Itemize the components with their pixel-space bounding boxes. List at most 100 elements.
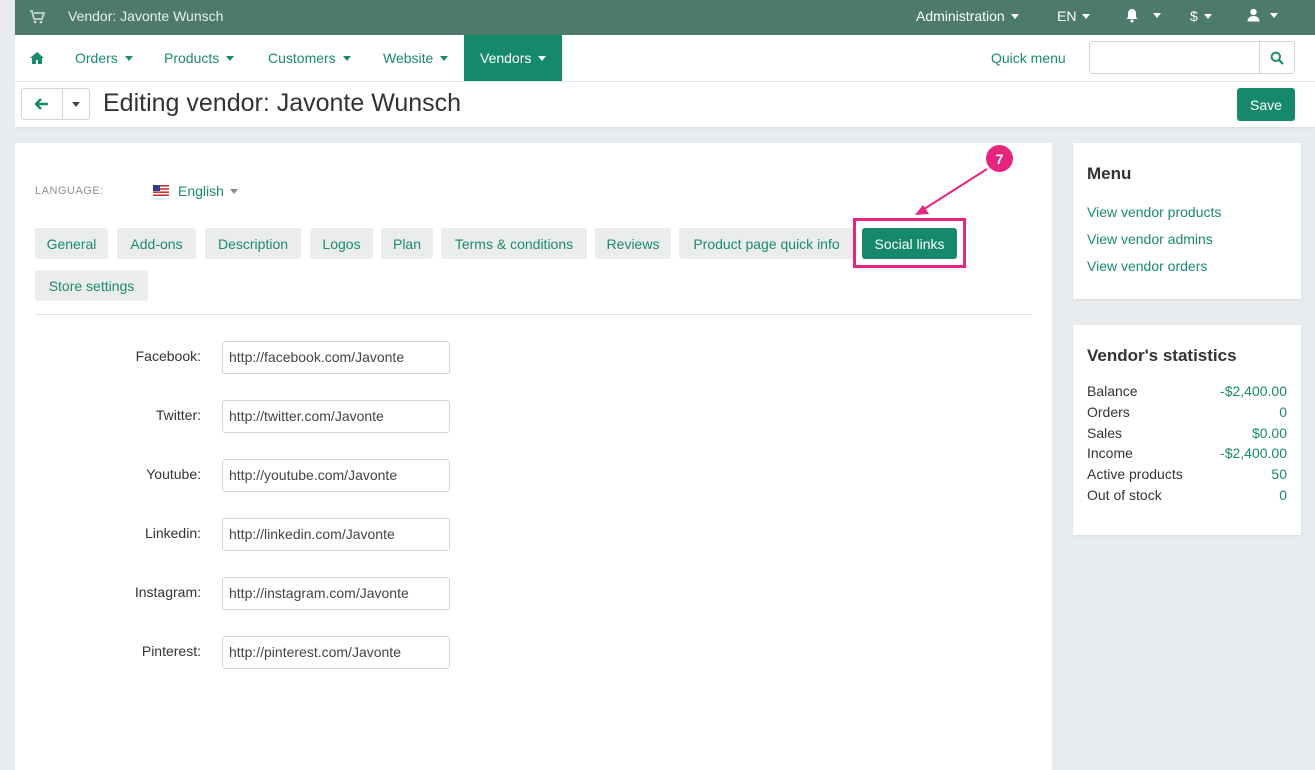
home-icon[interactable] bbox=[29, 51, 45, 65]
cart-icon[interactable] bbox=[29, 9, 45, 25]
search-icon bbox=[1270, 51, 1284, 65]
administration-menu[interactable]: Administration bbox=[916, 8, 1019, 24]
bell-icon bbox=[1126, 9, 1138, 23]
stat-value[interactable]: -$2,400.00 bbox=[1220, 383, 1287, 399]
menu-title: Menu bbox=[1087, 164, 1132, 183]
divider bbox=[35, 314, 1032, 315]
stat-row-orders: Orders 0 bbox=[1087, 404, 1287, 420]
language-value: English bbox=[178, 183, 224, 199]
twitter-label: Twitter: bbox=[155, 407, 201, 423]
stat-label: Balance bbox=[1087, 383, 1138, 399]
view-vendor-products-link[interactable]: View vendor products bbox=[1087, 204, 1221, 220]
view-vendor-orders-link[interactable]: View vendor orders bbox=[1087, 258, 1207, 274]
stat-label: Active products bbox=[1087, 466, 1183, 482]
social-field-instagram: Instagram: http://instagram.com/Javonte bbox=[35, 577, 535, 610]
stat-row-income: Income -$2,400.00 bbox=[1087, 445, 1287, 461]
main-nav: Orders Products Customers Website Vendor… bbox=[15, 35, 1315, 82]
nav-customers-label: Customers bbox=[268, 50, 336, 66]
chevron-down-icon bbox=[538, 55, 547, 61]
view-vendor-admins-link[interactable]: View vendor admins bbox=[1087, 231, 1213, 247]
nav-products-label: Products bbox=[164, 50, 220, 66]
linkedin-input[interactable]: http://linkedin.com/Javonte bbox=[222, 518, 450, 551]
vendor-menu-card: Menu View vendor products View vendor ad… bbox=[1073, 143, 1301, 299]
tab-logos[interactable]: Logos bbox=[310, 228, 373, 259]
chevron-down-icon bbox=[440, 55, 449, 61]
stat-row-balance: Balance -$2,400.00 bbox=[1087, 383, 1287, 399]
step-badge: 7 bbox=[986, 145, 1013, 172]
chevron-down-icon bbox=[1270, 12, 1278, 18]
vendor-title[interactable]: Vendor: Javonte Wunsch bbox=[68, 8, 223, 24]
nav-orders-label: Orders bbox=[75, 50, 118, 66]
quick-menu-link[interactable]: Quick menu bbox=[991, 50, 1066, 66]
facebook-label: Facebook: bbox=[135, 348, 201, 364]
nav-website[interactable]: Website bbox=[367, 35, 464, 81]
language-label: LANGUAGE: bbox=[35, 185, 104, 197]
stat-value[interactable]: 50 bbox=[1271, 466, 1287, 482]
user-icon bbox=[1247, 8, 1260, 22]
currency-symbol: $ bbox=[1190, 8, 1198, 24]
currency-menu[interactable]: $ bbox=[1190, 8, 1212, 24]
stat-row-active-products: Active products 50 bbox=[1087, 466, 1287, 482]
social-field-twitter: Twitter: http://twitter.com/Javonte bbox=[35, 400, 535, 433]
social-field-pinterest: Pinterest: http://pinterest.com/Javonte bbox=[35, 636, 535, 669]
top-bar: Vendor: Javonte Wunsch Administration EN… bbox=[15, 0, 1315, 35]
pinterest-input[interactable]: http://pinterest.com/Javonte bbox=[222, 636, 450, 669]
instagram-input[interactable]: http://instagram.com/Javonte bbox=[222, 577, 450, 610]
language-select[interactable]: English bbox=[178, 183, 238, 199]
page-title: Editing vendor: Javonte Wunsch bbox=[103, 89, 462, 117]
language-menu[interactable]: EN bbox=[1057, 8, 1091, 24]
tab-product-page-quick-info[interactable]: Product page quick info bbox=[679, 228, 854, 259]
chevron-down-icon bbox=[226, 55, 235, 61]
vendor-edit-panel: LANGUAGE: English General Add-ons Descri… bbox=[15, 143, 1052, 770]
tab-store-settings[interactable]: Store settings bbox=[35, 270, 148, 301]
save-button[interactable]: Save bbox=[1237, 88, 1295, 121]
chevron-down-icon bbox=[229, 188, 238, 194]
twitter-input[interactable]: http://twitter.com/Javonte bbox=[222, 400, 450, 433]
search-button[interactable] bbox=[1259, 41, 1295, 74]
back-button[interactable] bbox=[21, 88, 63, 120]
stat-row-out-of-stock: Out of stock 0 bbox=[1087, 487, 1287, 503]
youtube-input[interactable]: http://youtube.com/Javonte bbox=[222, 459, 450, 492]
annotation-arrow-icon bbox=[915, 168, 988, 215]
chevron-down-icon bbox=[342, 55, 351, 61]
stat-value[interactable]: 0 bbox=[1279, 404, 1287, 420]
social-field-facebook: Facebook: http://facebook.com/Javonte bbox=[35, 341, 535, 374]
social-field-youtube: Youtube: http://youtube.com/Javonte bbox=[35, 459, 535, 492]
stat-value[interactable]: -$2,400.00 bbox=[1220, 445, 1287, 461]
nav-products[interactable]: Products bbox=[148, 35, 250, 81]
tab-terms-conditions[interactable]: Terms & conditions bbox=[441, 228, 587, 259]
nav-website-label: Website bbox=[383, 50, 434, 66]
instagram-label: Instagram: bbox=[134, 584, 201, 600]
vendor-statistics-card: Vendor's statistics Balance -$2,400.00 O… bbox=[1073, 325, 1301, 535]
stat-value[interactable]: 0 bbox=[1279, 487, 1287, 503]
social-field-linkedin: Linkedin: http://linkedin.com/Javonte bbox=[35, 518, 535, 551]
chevron-down-icon bbox=[72, 101, 80, 107]
chevron-down-icon bbox=[1153, 13, 1161, 18]
tab-reviews[interactable]: Reviews bbox=[595, 228, 671, 259]
language-code: EN bbox=[1057, 8, 1077, 24]
flag-us-icon bbox=[153, 185, 169, 196]
user-menu[interactable] bbox=[1247, 8, 1278, 22]
back-dropdown-button[interactable] bbox=[62, 88, 90, 120]
annotation-highlight bbox=[853, 218, 966, 268]
back-arrow-icon bbox=[35, 98, 48, 110]
tab-plan[interactable]: Plan bbox=[381, 228, 433, 259]
tab-add-ons[interactable]: Add-ons bbox=[117, 228, 196, 259]
stat-label: Out of stock bbox=[1087, 487, 1162, 503]
administration-label: Administration bbox=[916, 8, 1005, 24]
notifications-menu[interactable] bbox=[1125, 8, 1161, 23]
statistics-title: Vendor's statistics bbox=[1087, 346, 1237, 365]
stat-value[interactable]: $0.00 bbox=[1252, 425, 1287, 441]
stat-row-sales: Sales $0.00 bbox=[1087, 425, 1287, 441]
tab-description[interactable]: Description bbox=[205, 228, 301, 259]
nav-vendors[interactable]: Vendors bbox=[464, 35, 562, 81]
chevron-down-icon bbox=[124, 55, 133, 61]
stat-label: Orders bbox=[1087, 404, 1130, 420]
tab-general[interactable]: General bbox=[35, 228, 108, 259]
nav-orders[interactable]: Orders bbox=[59, 35, 149, 81]
chevron-down-icon bbox=[1082, 13, 1091, 19]
stat-label: Sales bbox=[1087, 425, 1123, 441]
chevron-down-icon bbox=[1010, 13, 1019, 19]
nav-customers[interactable]: Customers bbox=[252, 35, 367, 81]
facebook-input[interactable]: http://facebook.com/Javonte bbox=[222, 341, 450, 374]
